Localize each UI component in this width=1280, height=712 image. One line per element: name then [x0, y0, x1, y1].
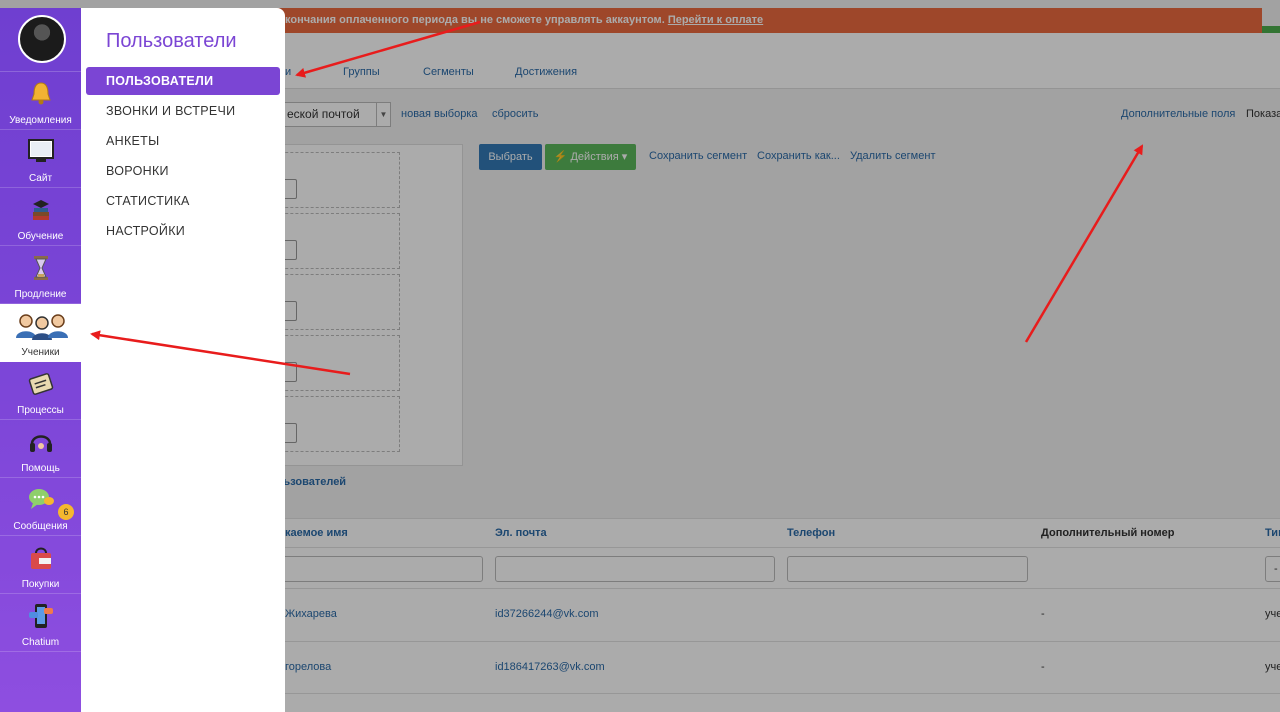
- submenu-item-settings[interactable]: НАСТРОЙКИ: [86, 217, 280, 245]
- app-sidebar: Уведомления Сайт Обучение Продление Учен…: [0, 8, 81, 712]
- submenu-title: Пользователи: [106, 30, 237, 52]
- sidebar-item-label: Обучение: [17, 231, 64, 242]
- sidebar-item-label: Ученики: [21, 347, 60, 358]
- sidebar-item-chatium[interactable]: Chatium: [0, 594, 81, 652]
- sidebar-item-label: Покупки: [21, 579, 60, 590]
- submenu-item-surveys[interactable]: АНКЕТЫ: [86, 127, 280, 155]
- users-submenu: Пользователи ПОЛЬЗОВАТЕЛИ ЗВОНКИ И ВСТРЕ…: [81, 8, 285, 712]
- chat-icon: [29, 489, 54, 509]
- sidebar-item-notifications[interactable]: Уведомления: [0, 72, 81, 130]
- books-icon: [33, 200, 49, 220]
- sidebar-item-label: Процессы: [17, 405, 64, 416]
- submenu-item-statistics[interactable]: СТАТИСТИКА: [86, 187, 280, 215]
- phone-icon: [29, 604, 53, 628]
- bag-icon: [31, 547, 51, 569]
- sidebar-item-label: Сообщения: [13, 521, 68, 532]
- monitor-icon: [28, 139, 54, 162]
- sidebar-item-purchases[interactable]: Покупки: [0, 536, 81, 594]
- users-icon: [16, 314, 68, 340]
- sidebar-item-label: Продление: [14, 289, 67, 300]
- sidebar-item-label: Chatium: [21, 637, 60, 648]
- sidebar-item-renewal[interactable]: Продление: [0, 246, 81, 304]
- hourglass-icon: [34, 256, 48, 280]
- sidebar-item-processes[interactable]: Процессы: [0, 362, 81, 420]
- sidebar-item-students[interactable]: Ученики: [0, 304, 81, 362]
- sidebar-item-site[interactable]: Сайт: [0, 130, 81, 188]
- sidebar-item-label: Помощь: [21, 463, 60, 474]
- submenu-item-users[interactable]: ПОЛЬЗОВАТЕЛИ: [86, 67, 280, 95]
- avatar: [18, 15, 66, 63]
- messages-count-badge: 6: [58, 504, 74, 520]
- sidebar-item-messages[interactable]: 6 Сообщения: [0, 478, 81, 536]
- bell-icon: [31, 82, 51, 105]
- sidebar-item-learning[interactable]: Обучение: [0, 188, 81, 246]
- sidebar-item-label: Уведомления: [9, 115, 72, 126]
- submenu-item-calls-meetings[interactable]: ЗВОНКИ И ВСТРЕЧИ: [86, 97, 280, 125]
- sidebar-item-help[interactable]: Помощь: [0, 420, 81, 478]
- headset-icon: [30, 435, 52, 452]
- submenu-item-funnels[interactable]: ВОРОНКИ: [86, 157, 280, 185]
- process-icon: [28, 373, 54, 395]
- profile-avatar[interactable]: [0, 8, 81, 72]
- sidebar-item-label: Сайт: [28, 173, 53, 184]
